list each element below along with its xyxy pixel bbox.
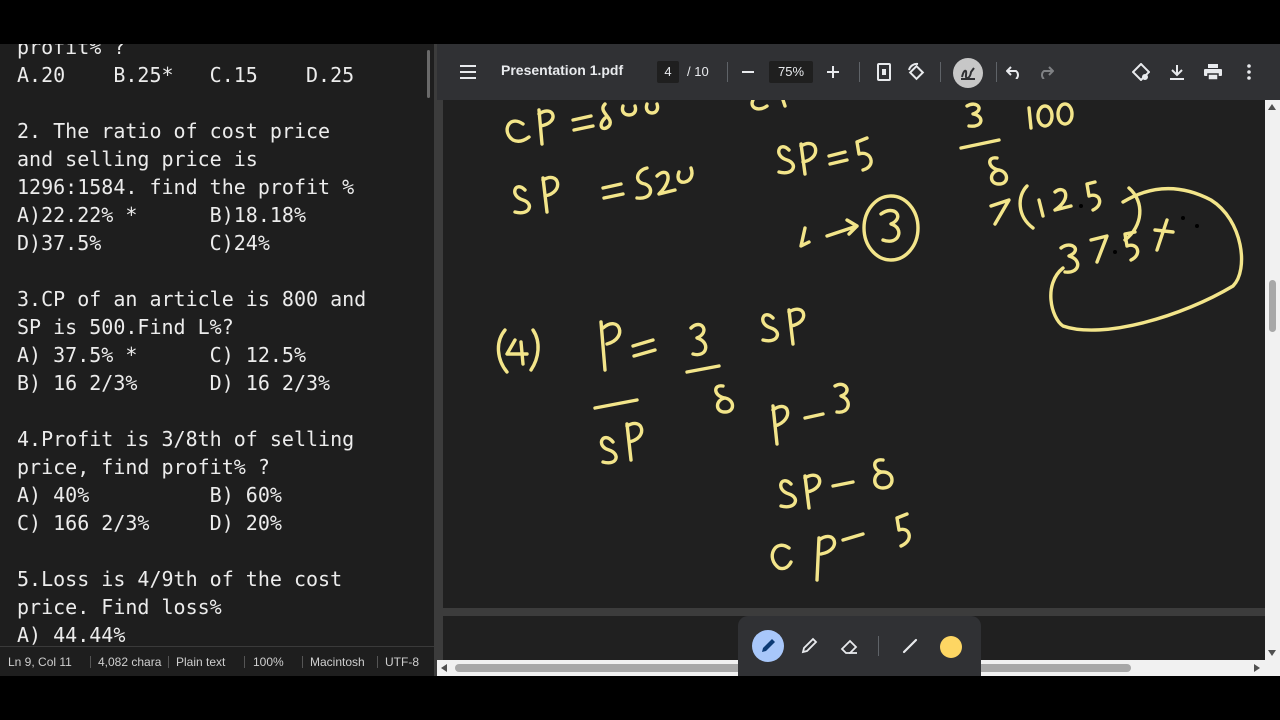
editor-line[interactable]: A) 37.5% * C) 12.5% <box>17 341 306 369</box>
highlighter-tool-button[interactable] <box>793 630 825 662</box>
editor-line[interactable]: B) 16 2/3% D) 16 2/3% <box>17 369 330 397</box>
eraser-tool-button[interactable] <box>833 630 865 662</box>
pdf-viewer: Presentation 1.pdf 4 / 10 75% <box>437 44 1280 676</box>
eraser-icon <box>840 639 858 654</box>
pen-tool-button[interactable] <box>752 630 784 662</box>
redo-icon[interactable] <box>1034 60 1058 84</box>
fit-page-icon[interactable] <box>872 60 896 84</box>
pdf-toolbar: Presentation 1.pdf 4 / 10 75% <box>437 44 1280 100</box>
editor-line[interactable]: A.20 B.25* C.15 D.25 <box>17 61 354 89</box>
status-position: Ln 9, Col 11 <box>8 654 72 669</box>
annotate-button[interactable] <box>953 58 983 88</box>
toolbar-divider <box>996 62 997 82</box>
text-editor[interactable]: profit% ? A.20 B.25* C.15 D.25 2. The rati… <box>0 44 434 676</box>
editor-line[interactable]: C) 166 2/3% D) 20% <box>17 509 282 537</box>
editor-line[interactable]: 1296:1584. find the profit % <box>17 173 354 201</box>
editor-text-area[interactable]: profit% ? A.20 B.25* C.15 D.25 2. The rati… <box>0 44 426 646</box>
print-icon[interactable] <box>1201 60 1225 84</box>
status-line-ending[interactable]: Macintosh <box>302 655 377 669</box>
editor-line[interactable]: A) 40% B) 60% <box>17 481 282 509</box>
scroll-down-arrow[interactable] <box>1268 650 1276 656</box>
menu-icon[interactable] <box>457 60 481 84</box>
scroll-right-arrow[interactable] <box>1254 664 1260 672</box>
line-thickness-button[interactable] <box>894 630 926 662</box>
editor-line[interactable]: A) 44.44% <box>17 621 125 646</box>
highlighter-icon <box>801 637 818 654</box>
status-zoom[interactable]: 100% <box>244 655 302 669</box>
toolbar-divider <box>727 62 728 82</box>
status-encoding[interactable]: UTF-8 <box>377 655 431 669</box>
editor-line[interactable]: and selling price is <box>17 145 258 173</box>
scroll-left-arrow[interactable] <box>441 664 447 672</box>
zoom-out-icon[interactable] <box>737 60 761 84</box>
undo-icon[interactable] <box>1002 60 1026 84</box>
page-total: / 10 <box>687 64 709 79</box>
annotate-icon <box>961 67 975 80</box>
status-bar: Ln 9, Col 11 4,082 chara Plain text 100%… <box>0 646 434 676</box>
editor-line[interactable]: 2. The ratio of cost price <box>17 117 330 145</box>
zoom-input[interactable]: 75% <box>769 61 813 83</box>
document-title: Presentation 1.pdf <box>501 62 624 78</box>
editor-line[interactable]: SP is 500.Find L%? <box>17 313 234 341</box>
editor-line[interactable]: D)37.5% C)24% <box>17 229 270 257</box>
editor-line[interactable]: 4.Profit is 3/8th of selling <box>17 425 354 453</box>
pen-icon <box>762 639 775 652</box>
toolbar-divider <box>859 62 860 82</box>
line-thickness-icon <box>902 638 918 654</box>
editor-line[interactable]: profit% ? <box>17 44 125 61</box>
editor-line[interactable]: A)22.22% * B)18.18% <box>17 201 306 229</box>
editor-scrollbar[interactable] <box>427 50 430 98</box>
editor-line[interactable]: price, find profit% ? <box>17 453 270 481</box>
vertical-scrollbar[interactable] <box>1265 100 1280 660</box>
more-vert-icon[interactable] <box>1237 60 1261 84</box>
toolbar-divider <box>878 636 879 656</box>
handwritten-annotations <box>496 98 1244 582</box>
editor-line[interactable]: price. Find loss% <box>17 593 222 621</box>
download-icon[interactable] <box>1165 60 1189 84</box>
pdf-page[interactable] <box>443 98 1265 608</box>
toolbar-divider <box>940 62 941 82</box>
page-number-input[interactable]: 4 <box>657 61 679 83</box>
status-format[interactable]: Plain text <box>168 655 244 669</box>
zoom-in-icon[interactable] <box>822 60 846 84</box>
annotation-toolbar <box>738 616 981 676</box>
vertical-scroll-thumb[interactable] <box>1269 280 1276 332</box>
status-char-count: 4,082 chara <box>90 655 168 669</box>
editor-line[interactable]: 5.Loss is 4/9th of the cost <box>17 565 342 593</box>
editor-line[interactable]: 3.CP of an article is 800 and <box>17 285 366 313</box>
color-picker[interactable] <box>940 636 962 658</box>
ai-assist-icon[interactable] <box>1129 60 1153 84</box>
scroll-up-arrow[interactable] <box>1268 104 1276 110</box>
rotate-icon[interactable] <box>904 60 928 84</box>
